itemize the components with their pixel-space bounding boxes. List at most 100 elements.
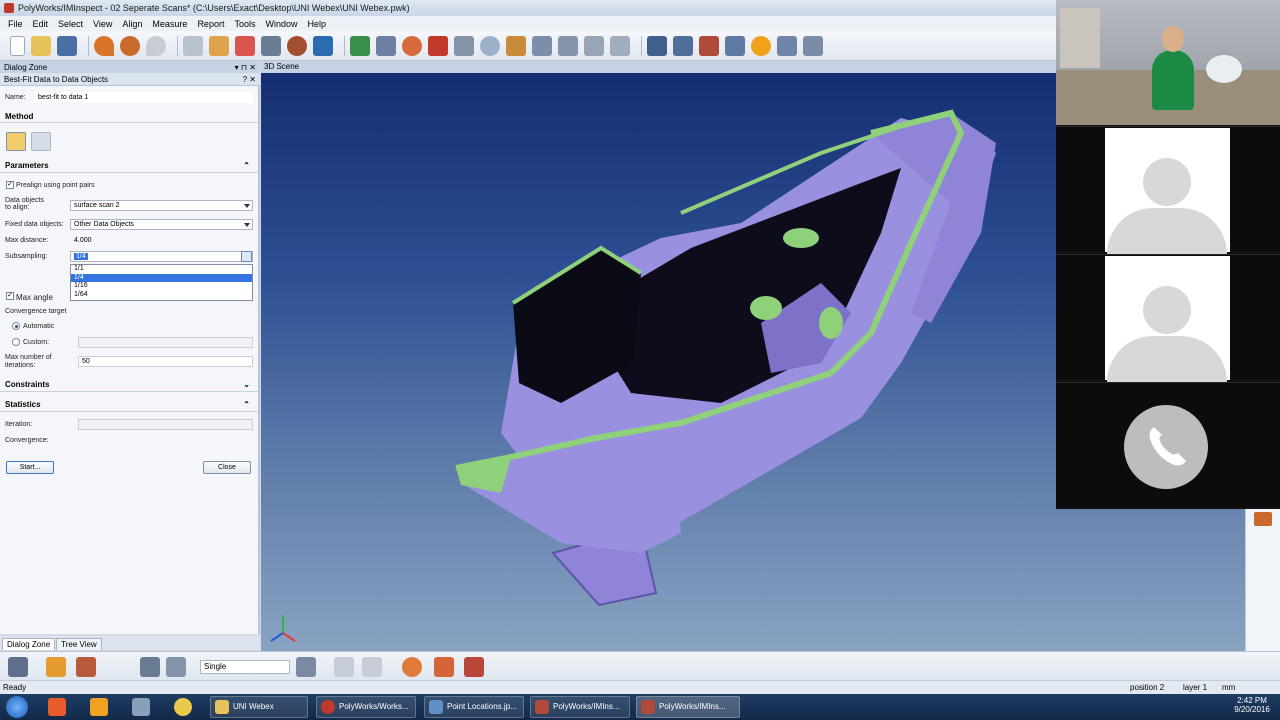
prealign-checkbox[interactable]: ✓ — [6, 181, 14, 189]
compass-icon[interactable] — [584, 35, 604, 56]
measure-tool-icon[interactable] — [464, 657, 484, 677]
participant-tile[interactable] — [1056, 126, 1280, 254]
report-icon[interactable] — [699, 35, 719, 56]
taskbar-item-polyworks-iminspect-1[interactable]: PolyWorks/IMIns... — [530, 696, 630, 718]
fixed-objects-select[interactable]: Other Data Objects — [70, 219, 253, 230]
option-1-4[interactable]: 1/4 — [71, 273, 252, 282]
menu-select[interactable]: Select — [58, 19, 83, 29]
select-tool-icon[interactable] — [140, 657, 160, 677]
phone-participant-tile[interactable] — [1056, 382, 1280, 507]
outlook-icon[interactable] — [90, 698, 108, 716]
select-mode-icon[interactable] — [166, 657, 186, 677]
custom-radio[interactable] — [12, 338, 20, 346]
cube-icon[interactable] — [350, 35, 370, 56]
probe-icon[interactable] — [313, 35, 333, 56]
parameters-section[interactable]: Parameters ⌃ — [0, 159, 258, 172]
light-icon[interactable] — [46, 657, 66, 677]
constraints-section[interactable]: Constraints ⌄ — [0, 378, 258, 391]
start-button[interactable]: Start... — [6, 461, 54, 474]
units-indicator[interactable]: mm — [1222, 681, 1235, 695]
menu-window[interactable]: Window — [265, 19, 297, 29]
pick-icon[interactable] — [428, 35, 448, 56]
points-icon[interactable] — [235, 35, 255, 56]
align-icon[interactable] — [376, 35, 396, 56]
export-icon[interactable] — [725, 35, 745, 56]
option-1-16[interactable]: 1/16 — [71, 282, 252, 291]
zoom-icon[interactable] — [480, 35, 500, 56]
grid-disabled-icon[interactable] — [362, 657, 382, 677]
measure-icon[interactable] — [454, 35, 474, 56]
side-tool-icon[interactable] — [1254, 512, 1272, 526]
taskbar-item-point-locations[interactable]: Point Locations.jp... — [424, 696, 524, 718]
selection-mode-select[interactable]: Single — [200, 660, 290, 674]
menu-edit[interactable]: Edit — [33, 19, 49, 29]
method-point-pairs-icon[interactable] — [6, 132, 26, 151]
dimension-icon[interactable] — [610, 35, 630, 56]
open-folder-icon[interactable] — [31, 35, 51, 56]
play-icon[interactable] — [751, 35, 771, 56]
max-distance-input[interactable]: 4.000 — [70, 235, 253, 246]
custom-input[interactable] — [78, 337, 253, 348]
menu-file[interactable]: File — [8, 19, 23, 29]
app-icon[interactable] — [132, 698, 150, 716]
list-icon[interactable] — [777, 35, 797, 56]
tab-dialog-zone[interactable]: Dialog Zone — [2, 638, 56, 650]
inspect-icon — [641, 700, 655, 714]
feature-icon[interactable] — [434, 657, 454, 677]
menu-report[interactable]: Report — [197, 19, 224, 29]
properties-icon[interactable] — [183, 35, 203, 56]
dropdown-button[interactable] — [241, 251, 252, 262]
menu-bar: File Edit Select View Align Measure Repo… — [0, 16, 1056, 31]
pick-disabled-icon[interactable] — [334, 657, 354, 677]
undo-history-icon[interactable] — [120, 35, 140, 56]
polyworks-icon — [321, 700, 335, 714]
statistics-section[interactable]: Statistics ⌃ — [0, 398, 258, 411]
menu-measure[interactable]: Measure — [152, 19, 187, 29]
new-file-icon[interactable] — [10, 35, 25, 56]
scanner-icon[interactable] — [287, 35, 307, 56]
menu-view[interactable]: View — [93, 19, 112, 29]
automatic-radio[interactable] — [12, 322, 20, 330]
save-icon[interactable] — [57, 35, 77, 56]
view-tool-icon[interactable] — [8, 657, 28, 677]
curve-icon[interactable] — [402, 35, 422, 56]
participant-tile[interactable] — [1056, 254, 1280, 382]
binary-icon[interactable] — [261, 35, 281, 56]
subsampling-select[interactable]: 1/4 — [70, 251, 253, 262]
import-icon[interactable] — [209, 35, 229, 56]
redo-icon[interactable] — [146, 35, 166, 56]
menu-tools[interactable]: Tools — [234, 19, 255, 29]
menu-align[interactable]: Align — [122, 19, 142, 29]
taskbar-item-polyworks-iminspect-2[interactable]: PolyWorks/IMIns... — [636, 696, 740, 718]
name-input[interactable]: best-fit to data 1 — [34, 92, 253, 103]
grid-icon[interactable] — [647, 35, 667, 56]
taskbar-item-polyworks-works[interactable]: PolyWorks/Works... — [316, 696, 416, 718]
undo-icon[interactable] — [94, 35, 114, 56]
table-icon[interactable] — [506, 35, 526, 56]
gauge-icon[interactable] — [558, 35, 578, 56]
option-1-64[interactable]: 1/64 — [71, 291, 252, 300]
chart-icon[interactable] — [803, 35, 823, 56]
dialog-help-close[interactable]: ? ✕ — [243, 75, 256, 84]
tab-tree-view[interactable]: Tree View — [56, 638, 102, 650]
clipboard-icon[interactable] — [76, 657, 96, 677]
max-iterations-input[interactable]: 50 — [78, 356, 253, 367]
menu-help[interactable]: Help — [307, 19, 326, 29]
clock[interactable]: 2:42 PM 9/20/2016 — [1230, 696, 1274, 714]
position-indicator[interactable]: position 2 — [1130, 681, 1164, 695]
section-icon[interactable] — [532, 35, 552, 56]
chrome-icon[interactable] — [174, 698, 192, 716]
method-best-fit-icon[interactable] — [31, 132, 51, 151]
close-button[interactable]: Close — [203, 461, 251, 474]
taskbar-item-uni-webex[interactable]: UNI Webex — [210, 696, 308, 718]
select-area-icon[interactable] — [296, 657, 316, 677]
target-icon[interactable] — [402, 657, 422, 677]
layer-indicator[interactable]: layer 1 — [1183, 681, 1207, 695]
snapshot-icon[interactable] — [673, 35, 693, 56]
media-player-icon[interactable] — [48, 698, 66, 716]
dialog-zone-controls[interactable]: ▾ ⊓ ✕ — [235, 63, 256, 72]
option-1-1[interactable]: 1/1 — [71, 265, 252, 274]
max-angle-checkbox[interactable]: ✓ — [6, 292, 14, 300]
data-objects-select[interactable]: surface scan 2 — [70, 200, 253, 211]
start-button-icon[interactable] — [6, 696, 28, 718]
